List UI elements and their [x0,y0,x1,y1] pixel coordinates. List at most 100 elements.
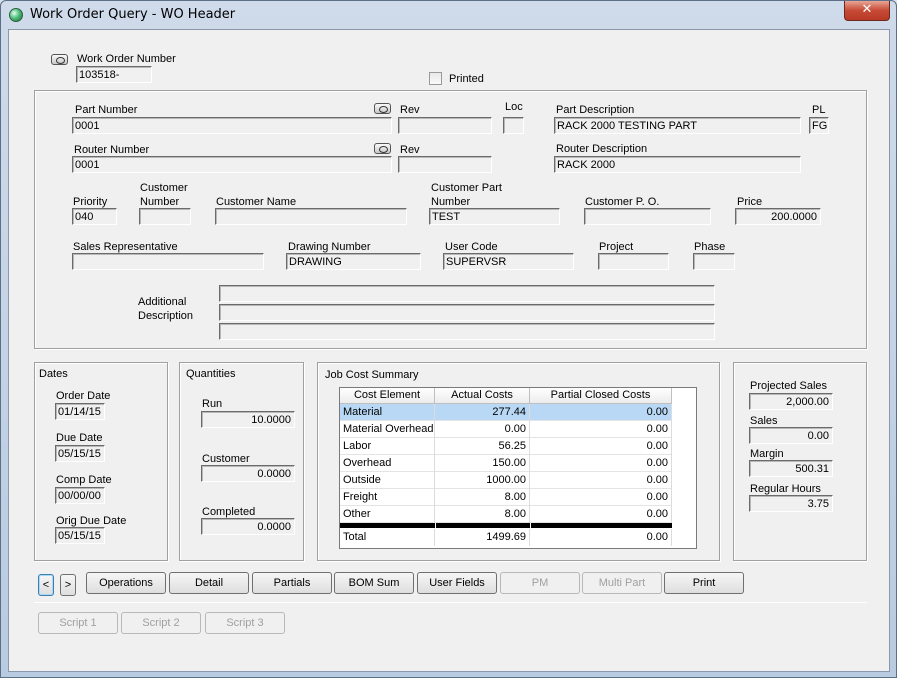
script-2-button[interactable]: Script 2 [121,612,201,634]
job-cost-title: Job Cost Summary [325,369,419,381]
router-number-field[interactable]: 0001 [72,156,392,173]
script-3-button[interactable]: Script 3 [205,612,285,634]
price-field[interactable]: 200.0000 [735,208,821,225]
project-field[interactable] [598,253,669,270]
additional-desc-label: Additional Description [138,296,194,322]
client-area: Work Order Number 103518- Printed Part N… [8,29,890,672]
total-separator [340,523,435,528]
wo-lookup-icon[interactable] [51,54,68,65]
script-1-button[interactable]: Script 1 [38,612,118,634]
comp-date-label: Comp Date [56,474,112,486]
customer-number-label: Customer Number [140,182,188,208]
column-header-cost-element[interactable]: Cost Element [340,388,435,404]
customer-number-field[interactable] [139,208,191,225]
table-row[interactable]: Material 277.44 0.00 [340,404,672,421]
pm-button[interactable]: PM [500,572,580,594]
projected-sales-label: Projected Sales [750,380,828,392]
actual-cost-cell: 0.00 [435,421,530,438]
part-number-field[interactable]: 0001 [72,117,392,134]
printed-checkbox[interactable] [429,72,442,85]
regular-hours-field[interactable]: 3.75 [749,495,833,512]
total-partial-cell: 0.00 [530,529,672,546]
part-desc-field[interactable]: RACK 2000 TESTING PART [554,117,801,134]
user-code-field[interactable]: SUPERVSR [443,253,574,270]
detail-button[interactable]: Detail [169,572,249,594]
partial-closed-cell: 0.00 [530,472,672,489]
router-rev-field[interactable] [398,156,492,173]
title-bar[interactable]: Work Order Query - WO Header ✕ [1,1,896,29]
actual-cost-cell: 277.44 [435,404,530,421]
column-header-partial-closed[interactable]: Partial Closed Costs [530,388,672,404]
job-cost-table[interactable]: Cost Element Actual Costs Partial Closed… [339,387,697,549]
wo-number-field[interactable]: 103518- [76,66,152,83]
main-window: Work Order Query - WO Header ✕ Work Orde… [0,0,897,678]
additional-desc-line-3[interactable] [219,323,715,340]
additional-desc-line-2[interactable] [219,304,715,321]
pl-label: PL [812,104,826,116]
user-fields-button[interactable]: User Fields [417,572,497,594]
sales-field[interactable]: 0.00 [749,427,833,444]
actual-cost-cell: 8.00 [435,506,530,523]
close-button[interactable]: ✕ [844,1,890,21]
column-header-actual-costs[interactable]: Actual Costs [435,388,530,404]
sales-rep-field[interactable] [72,253,264,270]
customer-po-field[interactable] [584,208,711,225]
actual-cost-cell: 56.25 [435,438,530,455]
projected-sales-field[interactable]: 2,000.00 [749,393,833,410]
quantities-title: Quantities [186,368,236,380]
phase-field[interactable] [693,253,735,270]
completed-field[interactable]: 0.0000 [201,518,295,535]
table-row[interactable]: Outside 1000.00 0.00 [340,472,672,489]
table-row[interactable]: Freight 8.00 0.00 [340,489,672,506]
priority-field[interactable]: 040 [72,208,117,225]
cost-element-cell: Labor [340,438,435,455]
comp-date-field[interactable]: 00/00/00 [55,487,105,504]
rev-label: Rev [400,104,420,116]
router-desc-label: Router Description [556,143,648,155]
customer-name-field[interactable] [215,208,407,225]
bom-sum-button[interactable]: BOM Sum [334,572,414,594]
due-date-field[interactable]: 05/15/15 [55,445,105,462]
cost-element-cell: Material Overhead [340,421,435,438]
cost-element-cell: Overhead [340,455,435,472]
loc-label: Loc [505,101,523,113]
loc-field[interactable] [503,117,524,134]
part-lookup-icon[interactable] [374,103,391,114]
order-date-label: Order Date [56,390,111,402]
wo-number-label: Work Order Number [77,53,176,65]
customer-part-label: Customer Part Number [431,182,502,208]
cost-element-cell: Material [340,404,435,421]
total-separator [531,523,672,528]
router-lookup-icon[interactable] [374,143,391,154]
partial-closed-cell: 0.00 [530,404,672,421]
rev-field[interactable] [398,117,492,134]
table-row[interactable]: Overhead 150.00 0.00 [340,455,672,472]
dates-title: Dates [39,368,68,380]
table-row[interactable]: Labor 56.25 0.00 [340,438,672,455]
table-scroll-area[interactable] [672,388,696,548]
total-actual-cell: 1499.69 [435,529,530,546]
router-desc-field[interactable]: RACK 2000 [554,156,801,173]
multi-part-button[interactable]: Multi Part [582,572,662,594]
divider [34,602,867,603]
app-icon [9,8,23,22]
run-field[interactable]: 10.0000 [201,411,295,428]
partial-closed-cell: 0.00 [530,438,672,455]
customer-part-field[interactable]: TEST [429,208,560,225]
margin-field[interactable]: 500.31 [749,460,833,477]
print-button[interactable]: Print [664,572,744,594]
operations-button[interactable]: Operations [86,572,166,594]
drawing-field[interactable]: DRAWING [286,253,421,270]
table-row[interactable]: Other 8.00 0.00 [340,506,672,523]
table-row[interactable]: Material Overhead 0.00 0.00 [340,421,672,438]
additional-desc-line-1[interactable] [219,285,715,302]
order-date-field[interactable]: 01/14/15 [55,403,105,420]
orig-due-date-field[interactable]: 05/15/15 [55,527,105,544]
pl-field[interactable]: FG [809,117,829,134]
customer-qty-field[interactable]: 0.0000 [201,465,295,482]
total-row[interactable]: Total 1499.69 0.00 [340,529,672,546]
prev-button[interactable]: < [38,574,54,596]
next-button[interactable]: > [60,574,76,596]
partials-button[interactable]: Partials [252,572,332,594]
partial-closed-cell: 0.00 [530,455,672,472]
